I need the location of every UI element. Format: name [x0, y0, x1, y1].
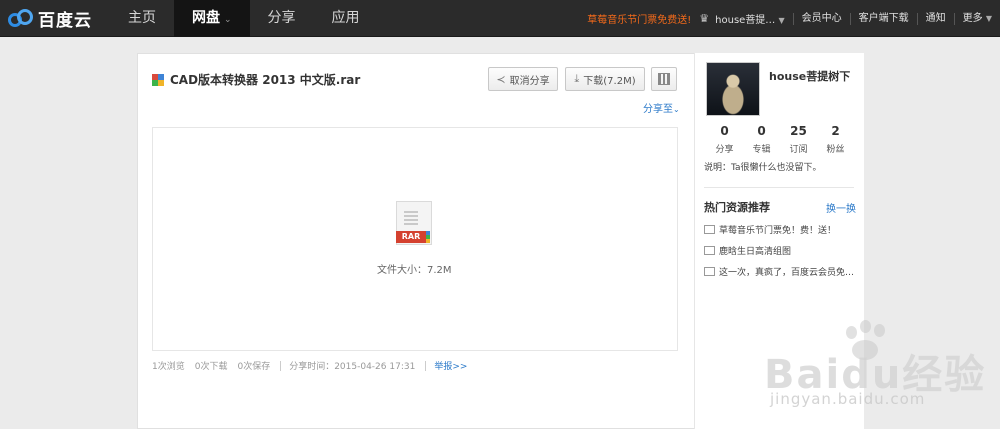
username-label: house菩提…: [715, 15, 776, 26]
more-label: 更多: [962, 12, 983, 24]
follower-count[interactable]: 2 粉丝: [817, 124, 854, 155]
download-count: 0次下载: [194, 362, 228, 372]
divider: [280, 360, 282, 371]
share-icon: ≺: [496, 72, 506, 86]
notifications-link[interactable]: 通知: [916, 12, 954, 25]
refresh-recommendations-link[interactable]: 换一换: [826, 200, 856, 215]
nav-label: 应用: [331, 10, 360, 26]
file-type-tag: RAR: [396, 231, 426, 243]
cancel-share-button[interactable]: ≺ 取消分享: [488, 67, 558, 91]
list-item-label: 鹿晗生日高清组图: [719, 247, 792, 257]
download-label: 下载(7.2M): [583, 75, 636, 87]
chevron-down-icon: ▼: [985, 13, 992, 23]
nav-item-share[interactable]: 分享: [250, 0, 314, 37]
avatar[interactable]: [706, 62, 760, 116]
promo-link[interactable]: 草莓音乐节门票免费送!: [587, 11, 691, 26]
cancel-share-label: 取消分享: [509, 75, 550, 87]
nav-item-home[interactable]: 主页: [110, 0, 174, 37]
crown-icon: ♛: [699, 12, 710, 25]
list-item-label: 草莓音乐节门票免！费！送！: [719, 226, 837, 236]
chevron-down-icon: ⌄: [673, 105, 680, 114]
profile-name[interactable]: house菩提树下: [769, 68, 850, 84]
share-time: 分享时间：2015-04-26 17:31: [289, 362, 416, 372]
baidu-jingyan-watermark: Baidu经验 jingyan.baidu.com: [760, 320, 1000, 429]
nav-item-netdisk[interactable]: 网盘 ⌄: [174, 0, 250, 37]
nav-label: 主页: [128, 10, 156, 26]
rar-archive-icon: RAR: [396, 201, 434, 247]
save-count: 0次保存: [237, 362, 271, 372]
download-button[interactable]: ⤓ 下载(7.2M): [565, 67, 645, 91]
share-count[interactable]: 0 分享: [706, 124, 743, 155]
nav-label: 分享: [267, 10, 296, 26]
logo-text: 百度云: [38, 10, 92, 31]
count-number: 0: [757, 124, 766, 138]
count-number: 2: [831, 124, 840, 138]
baidu-cloud-logo[interactable]: 百度云: [8, 6, 92, 31]
document-icon: [704, 225, 715, 234]
chevron-down-icon: ▼: [778, 16, 785, 25]
profile-counts: 0 分享 0 专辑 25 订阅 2 粉丝: [706, 124, 856, 155]
top-right-links: 草莓音乐节门票免费送! ♛ house菩提… ▼ 会员中心 客户端下载 通知 更…: [587, 0, 1000, 37]
top-navigation-bar: 百度云 主页 网盘 ⌄ 分享 应用 草莓音乐节门票免费送! ♛ house菩提… …: [0, 0, 1000, 37]
rar-file-icon: [152, 73, 164, 86]
list-item[interactable]: 鹿晗生日高清组图: [704, 240, 854, 261]
view-count: 1次浏览: [152, 362, 185, 372]
file-title: CAD版本转换器 2013 中文版.rar: [152, 71, 360, 88]
share-to-dropdown[interactable]: 分享至⌄: [643, 100, 680, 115]
count-label: 分享: [715, 145, 734, 155]
member-center-link[interactable]: 会员中心: [792, 12, 850, 25]
download-icon: ⤓: [574, 72, 580, 85]
client-download-link[interactable]: 客户端下载: [849, 12, 917, 25]
count-label: 专辑: [752, 145, 771, 155]
qr-code-button[interactable]: [651, 67, 677, 91]
divider: [704, 187, 854, 188]
share-stats: 1次浏览 0次下载 0次保存 分享时间：2015-04-26 17:31 举报>…: [152, 359, 477, 372]
cloud-logo-icon: [8, 8, 34, 28]
document-icon: [704, 246, 715, 255]
nav-label: 网盘: [192, 10, 220, 26]
main-nav: 主页 网盘 ⌄ 分享 应用: [110, 0, 378, 37]
album-count[interactable]: 0 专辑: [743, 124, 780, 155]
file-name: CAD版本转换器 2013 中文版.rar: [170, 73, 361, 87]
qr-code-icon: [658, 73, 670, 85]
file-size: 文件大小：7.2M: [377, 265, 452, 276]
list-item-label: 这一次，真疯了，百度云会员免…: [719, 268, 854, 278]
list-item[interactable]: 草莓音乐节门票免！费！送！: [704, 219, 854, 240]
profile-description: 说明：Ta很懒什么也没留下。: [704, 163, 822, 173]
nav-item-apps[interactable]: 应用: [314, 0, 378, 37]
watermark-url: jingyan.baidu.com: [770, 390, 926, 408]
document-icon: [704, 267, 715, 276]
username-menu[interactable]: house菩提… ▼: [715, 11, 785, 26]
hot-resources-title: 热门资源推荐: [704, 201, 770, 214]
count-label: 订阅: [789, 145, 808, 155]
count-label: 粉丝: [826, 145, 845, 155]
report-link[interactable]: 举报>>: [434, 359, 467, 372]
divider: [425, 360, 427, 371]
subscription-count[interactable]: 25 订阅: [780, 124, 817, 155]
list-item[interactable]: 这一次，真疯了，百度云会员免…: [704, 261, 854, 282]
hot-resources-list: 草莓音乐节门票免！费！送！ 鹿晗生日高清组图 这一次，真疯了，百度云会员免…: [704, 219, 854, 282]
chevron-down-icon: ⌄: [224, 15, 232, 25]
share-to-label: 分享至: [643, 104, 673, 115]
count-number: 25: [790, 124, 807, 138]
count-number: 0: [720, 124, 729, 138]
more-menu[interactable]: 更多 ▼: [953, 12, 1000, 25]
